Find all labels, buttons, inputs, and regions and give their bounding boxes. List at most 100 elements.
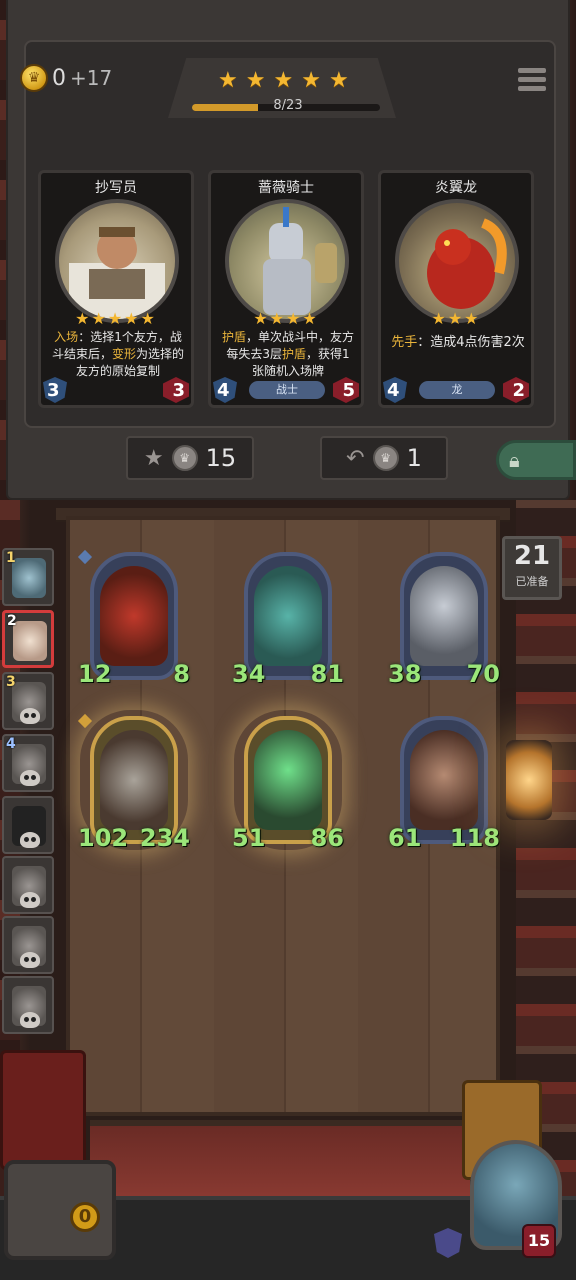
scribe-portrait bbox=[55, 199, 179, 323]
ready-counter: 21 已准备 bbox=[502, 536, 562, 600]
pool-number: 3 bbox=[6, 674, 16, 690]
card-attack: 4 bbox=[387, 380, 400, 401]
knight-portrait bbox=[410, 566, 478, 666]
minion-attack: 12 bbox=[78, 660, 112, 688]
pool-slot-7[interactable] bbox=[2, 916, 54, 974]
star-icon: ★ bbox=[245, 68, 266, 93]
skull-icon bbox=[20, 892, 40, 908]
minion-health: 234 bbox=[139, 824, 190, 852]
refresh-icon: ↶ bbox=[346, 445, 365, 471]
minion-health: 118 bbox=[449, 824, 500, 852]
card-description: 入场：选择1个友方，战斗结束后，变形为选择的友方的原始复制 bbox=[51, 330, 185, 378]
pool-number: 2 bbox=[7, 613, 17, 629]
minion-thumbnail bbox=[13, 621, 47, 661]
minion-health: 70 bbox=[466, 660, 500, 688]
card-tribe: 龙 bbox=[419, 381, 495, 399]
ogre-portrait bbox=[254, 566, 322, 666]
pool-slot-2[interactable]: 2 bbox=[2, 610, 54, 668]
dragon-portrait bbox=[100, 566, 168, 666]
treasure-chest[interactable]: 0 bbox=[4, 1160, 116, 1260]
card-tribe: 战士 bbox=[249, 381, 325, 399]
board-minion-knight[interactable]: 38 70 bbox=[388, 552, 500, 688]
board-minion-golden-undead[interactable]: 51 86 bbox=[232, 716, 344, 852]
minion-health: 81 bbox=[310, 660, 344, 688]
card-health: 2 bbox=[512, 380, 525, 401]
card-stars: ★★★ bbox=[431, 309, 481, 328]
tier-progress-text: 8/23 bbox=[273, 98, 303, 113]
menu-icon[interactable] bbox=[518, 68, 546, 94]
skull-icon bbox=[20, 770, 40, 786]
card-description: 护盾，单次战斗中，友方每失去3层护盾，获得1张随机入场牌 bbox=[221, 330, 355, 378]
minion-thumbnail bbox=[12, 558, 46, 598]
card-attack: 3 bbox=[47, 380, 60, 401]
lantern-decoration bbox=[506, 740, 552, 820]
gold-income: +17 bbox=[70, 66, 113, 90]
pool-number: 1 bbox=[6, 550, 16, 566]
pool-slot-3[interactable]: 3 bbox=[2, 672, 54, 730]
refresh-button[interactable]: ↶ ♛ 1 bbox=[320, 436, 448, 480]
shop-card-rose-knight[interactable]: 蔷薇骑士 ★★★★ 护盾，单次战斗中，友方每失去3层护盾，获得1张随机入场牌 4… bbox=[208, 170, 364, 408]
tier-progress-fill bbox=[192, 104, 258, 111]
refresh-cost: 1 bbox=[406, 444, 422, 472]
board-minion-brute[interactable]: 61 118 bbox=[388, 716, 500, 852]
card-name: 炎翼龙 bbox=[435, 180, 477, 196]
pool-slot-1[interactable]: 1 bbox=[2, 548, 54, 606]
minion-health: 8 bbox=[173, 660, 190, 688]
star-icon: ★ bbox=[273, 68, 294, 93]
skull-icon bbox=[20, 832, 40, 848]
hero-health: 15 bbox=[522, 1224, 556, 1258]
ready-count: 21 bbox=[513, 541, 551, 571]
minion-attack: 61 bbox=[388, 824, 422, 852]
card-name: 蔷薇骑士 bbox=[258, 180, 314, 196]
card-attack: 4 bbox=[217, 380, 230, 401]
star-icon: ★ bbox=[328, 68, 349, 93]
board-minion-golden-warrior[interactable]: 102 234 bbox=[77, 713, 190, 852]
card-description: 先手：造成4点伤害2次 bbox=[391, 335, 525, 350]
upgrade-cost: 15 bbox=[205, 444, 237, 472]
card-stars: ★★★★★ bbox=[75, 309, 157, 328]
star-upgrade-icon: ★ bbox=[143, 445, 164, 471]
star-icon: ★ bbox=[218, 68, 238, 93]
star-icon: ★ bbox=[301, 68, 321, 93]
skull-icon bbox=[20, 952, 40, 968]
chest-coin: 0 bbox=[70, 1202, 100, 1232]
book-decoration bbox=[0, 1050, 86, 1170]
crown-coin-icon: ♛ bbox=[171, 445, 198, 471]
crown-coin-icon: ♛ bbox=[20, 64, 48, 92]
pool-number: 4 bbox=[6, 736, 16, 752]
minion-attack: 102 bbox=[78, 824, 129, 852]
pool-slot-8[interactable] bbox=[2, 976, 54, 1034]
knight-portrait bbox=[225, 199, 349, 323]
skull-icon bbox=[20, 1012, 40, 1028]
card-health: 3 bbox=[172, 380, 185, 401]
board-minion-dragon[interactable]: 12 8 bbox=[77, 549, 190, 688]
brute-portrait bbox=[410, 730, 478, 830]
pool-slot-4[interactable]: 4 bbox=[2, 734, 54, 792]
gold-value: 0 bbox=[52, 65, 66, 91]
minion-attack: 51 bbox=[232, 824, 266, 852]
tier-stars: ★ ★ ★ ★ ★ bbox=[218, 68, 349, 93]
lock-shop-button[interactable]: 🔒︎ bbox=[496, 440, 576, 480]
upgrade-tier-button[interactable]: ★ ♛ 15 bbox=[126, 436, 254, 480]
game-screen: { "gold": {"value": "0", "income": "+17"… bbox=[0, 0, 576, 1280]
pool-slot-6[interactable] bbox=[2, 856, 54, 914]
gold-counter: ♛ 0 +17 bbox=[20, 64, 112, 92]
minion-health: 86 bbox=[310, 824, 344, 852]
card-stars: ★★★★ bbox=[253, 309, 319, 328]
ready-label: 已准备 bbox=[515, 575, 549, 588]
red-carpet bbox=[90, 1120, 470, 1200]
shop-card-scribe[interactable]: 抄写员 ★★★★★ 入场：选择1个友方，战斗结束后，变形为选择的友方的原始复制 … bbox=[38, 170, 194, 408]
lock-icon: 🔒︎ bbox=[509, 448, 520, 472]
minion-attack: 34 bbox=[232, 660, 266, 688]
shop-card-flame-dragon[interactable]: 炎翼龙 ★★★ 先手：造成4点伤害2次 4 龙 2 bbox=[378, 170, 534, 408]
card-health: 5 bbox=[342, 380, 355, 401]
board-minion-ogre[interactable]: 34 81 bbox=[232, 552, 344, 688]
skull-icon bbox=[20, 708, 40, 724]
minion-attack: 38 bbox=[388, 660, 422, 688]
warrior-portrait bbox=[100, 730, 168, 830]
card-name: 抄写员 bbox=[95, 180, 137, 196]
pool-slot-5[interactable] bbox=[2, 796, 54, 854]
crown-coin-icon: ♛ bbox=[372, 445, 399, 471]
dragon-portrait bbox=[395, 199, 519, 323]
undead-portrait bbox=[254, 730, 322, 830]
